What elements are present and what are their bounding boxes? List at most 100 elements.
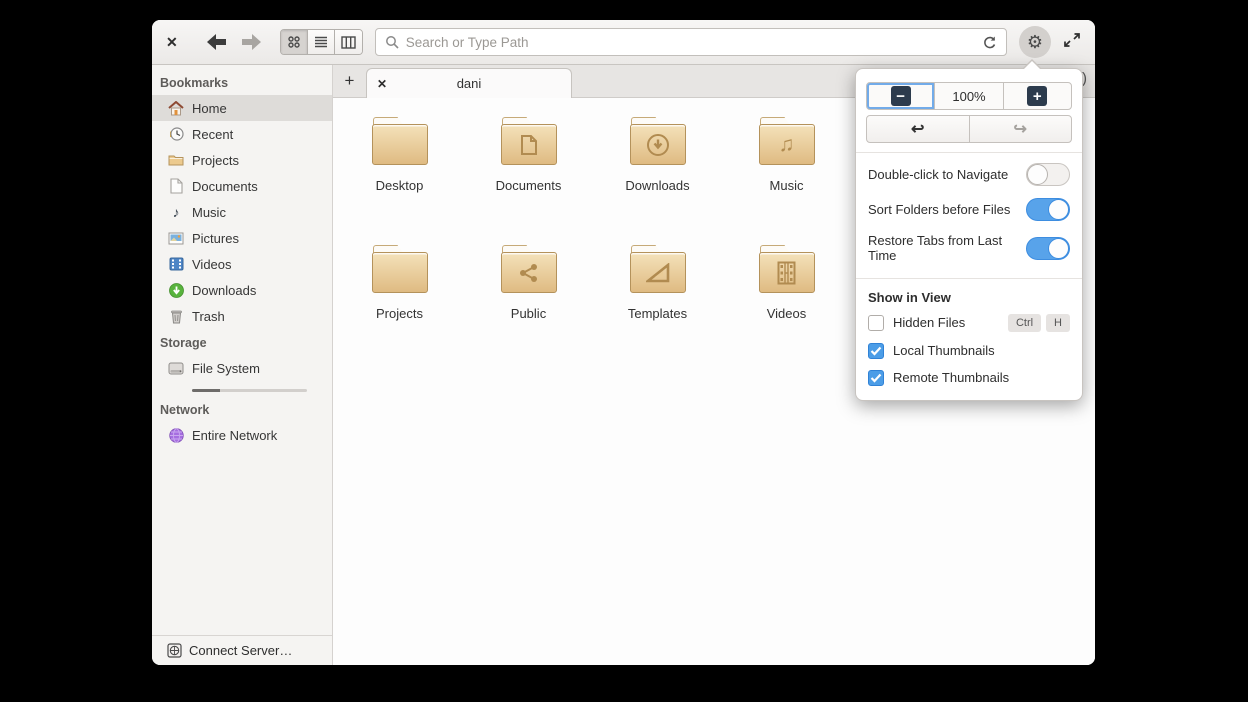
- recent-clock-icon: [168, 126, 184, 142]
- folder-public-icon: [500, 245, 557, 293]
- file-item-downloads[interactable]: Downloads: [593, 117, 722, 245]
- sidebar-item-label: Music: [192, 204, 226, 220]
- hidden-files-checkbox[interactable]: [868, 314, 884, 331]
- connect-server-icon: [166, 643, 182, 659]
- file-item-projects[interactable]: Projects: [335, 245, 464, 373]
- file-label: Videos: [766, 306, 807, 321]
- local-thumbnails-checkbox[interactable]: [868, 342, 884, 359]
- list-view-button[interactable]: [307, 30, 335, 54]
- new-tab-button[interactable]: +: [333, 65, 366, 97]
- file-item-public[interactable]: Public: [464, 245, 593, 373]
- network-globe-icon: [168, 427, 184, 443]
- window-close-icon[interactable]: ✕: [166, 34, 178, 51]
- refresh-icon[interactable]: [982, 35, 997, 50]
- file-label: Music: [769, 178, 804, 193]
- filesystem-usage-fill: [192, 389, 220, 392]
- grid-view-icon: [288, 36, 300, 48]
- file-label: Documents: [495, 178, 562, 193]
- music-note-icon: ♪: [172, 204, 180, 220]
- photo-icon: [168, 230, 184, 246]
- sidebar-item-label: Downloads: [192, 282, 257, 298]
- back-arrow-icon[interactable]: [206, 32, 228, 52]
- sidebar-item-recent[interactable]: Recent: [152, 121, 332, 147]
- list-view-icon: [314, 36, 327, 48]
- sidebar-item-label: Pictures: [192, 230, 239, 246]
- sidebar-header-network: Network: [160, 403, 210, 417]
- double-click-toggle[interactable]: [1026, 163, 1070, 186]
- sidebar-item-label: Documents: [192, 178, 258, 194]
- settings-menu-button[interactable]: ⚙: [1019, 26, 1051, 58]
- harddisk-icon: [168, 360, 184, 376]
- film-icon: [168, 256, 184, 272]
- sidebar-item-trash[interactable]: Trash: [152, 303, 332, 329]
- download-icon: [168, 282, 184, 298]
- sidebar-item-label: Projects: [192, 152, 239, 168]
- popover-forward-button[interactable]: ↪: [968, 115, 1072, 143]
- sidebar-item-label: Videos: [192, 256, 232, 272]
- sidebar-scroll[interactable]: Bookmarks Home Recent Projects Documents…: [152, 65, 332, 635]
- sidebar-item-pictures[interactable]: Pictures: [152, 225, 332, 251]
- sidebar-item-documents[interactable]: Documents: [152, 173, 332, 199]
- trash-icon: [168, 308, 184, 324]
- folder-icon: [168, 152, 184, 168]
- sidebar-item-entire-network[interactable]: Entire Network: [152, 422, 332, 448]
- column-view-button[interactable]: [334, 30, 362, 54]
- sidebar-header-storage: Storage: [160, 336, 207, 350]
- view-switcher: [279, 29, 363, 55]
- tab-close-icon[interactable]: ✕: [377, 77, 397, 91]
- keycap-ctrl: Ctrl: [1007, 313, 1042, 332]
- home-icon: [168, 100, 184, 116]
- popover-separator: [856, 152, 1082, 153]
- show-in-view-header: Show in View: [868, 290, 951, 305]
- file-item-templates[interactable]: Templates: [593, 245, 722, 373]
- restore-tabs-toggle[interactable]: [1026, 236, 1070, 260]
- file-item-documents[interactable]: Documents: [464, 117, 593, 245]
- search-icon: [385, 36, 399, 49]
- settings-popover: − 100% + ↩ ↪ Double-click to Navigate So…: [855, 59, 1083, 401]
- folder-documents-icon: [500, 117, 557, 165]
- checkbox-row-remote-thumbnails: Remote Thumbnails: [856, 364, 1082, 391]
- grid-view-button[interactable]: [280, 30, 308, 54]
- popover-back-button[interactable]: ↩: [866, 115, 970, 143]
- zoom-out-button[interactable]: −: [867, 83, 936, 109]
- remote-thumbnails-checkbox[interactable]: [868, 369, 884, 386]
- sidebar-item-file-system[interactable]: File System: [152, 355, 332, 396]
- sidebar-item-label: Trash: [192, 308, 225, 324]
- toggle-sort-folders-before-files: Sort Folders before Files: [856, 192, 1082, 227]
- checkbox-row-hidden-files: Hidden Files Ctrl H: [856, 308, 1082, 337]
- file-item-videos[interactable]: Videos: [722, 245, 851, 373]
- sidebar-item-home[interactable]: Home: [152, 95, 332, 121]
- file-label: Desktop: [375, 178, 424, 193]
- sidebar-item-downloads[interactable]: Downloads: [152, 277, 332, 303]
- checkbox-row-local-thumbnails: Local Thumbnails: [856, 337, 1082, 364]
- forward-arrow-icon[interactable]: [240, 32, 262, 52]
- zoom-level-display[interactable]: 100%: [935, 83, 1004, 109]
- connect-server-button[interactable]: Connect Server…: [152, 635, 332, 665]
- zoom-in-button[interactable]: +: [1004, 83, 1071, 109]
- file-label: Templates: [627, 306, 688, 321]
- file-label: Public: [510, 306, 547, 321]
- fullscreen-button[interactable]: [1063, 31, 1081, 54]
- keycap-h: H: [1046, 313, 1070, 332]
- tab-dani[interactable]: ✕ dani: [366, 68, 572, 98]
- sidebar-item-projects[interactable]: Projects: [152, 147, 332, 173]
- file-item-music[interactable]: ♫ Music: [722, 117, 851, 245]
- file-label: Projects: [376, 306, 423, 321]
- path-search-field[interactable]: [374, 28, 1007, 56]
- popover-separator: [856, 278, 1082, 279]
- sort-folders-toggle[interactable]: [1026, 198, 1070, 221]
- undo-arrow-icon: ↩: [911, 121, 925, 138]
- zoom-out-icon: −: [890, 86, 911, 106]
- zoom-control: − 100% +: [866, 82, 1072, 110]
- search-input[interactable]: [405, 34, 975, 50]
- sidebar-item-label: Entire Network: [192, 427, 278, 443]
- tab-title: dani: [456, 76, 482, 91]
- column-view-icon: [341, 35, 356, 49]
- file-label: Downloads: [625, 178, 690, 193]
- sidebar: Bookmarks Home Recent Projects Documents…: [152, 65, 333, 665]
- sidebar-item-videos[interactable]: Videos: [152, 251, 332, 277]
- redo-arrow-icon: ↪: [1013, 121, 1027, 138]
- file-item-desktop[interactable]: Desktop: [335, 117, 464, 245]
- sidebar-item-label: File System: [192, 360, 260, 376]
- sidebar-item-music[interactable]: ♪ Music: [152, 199, 332, 225]
